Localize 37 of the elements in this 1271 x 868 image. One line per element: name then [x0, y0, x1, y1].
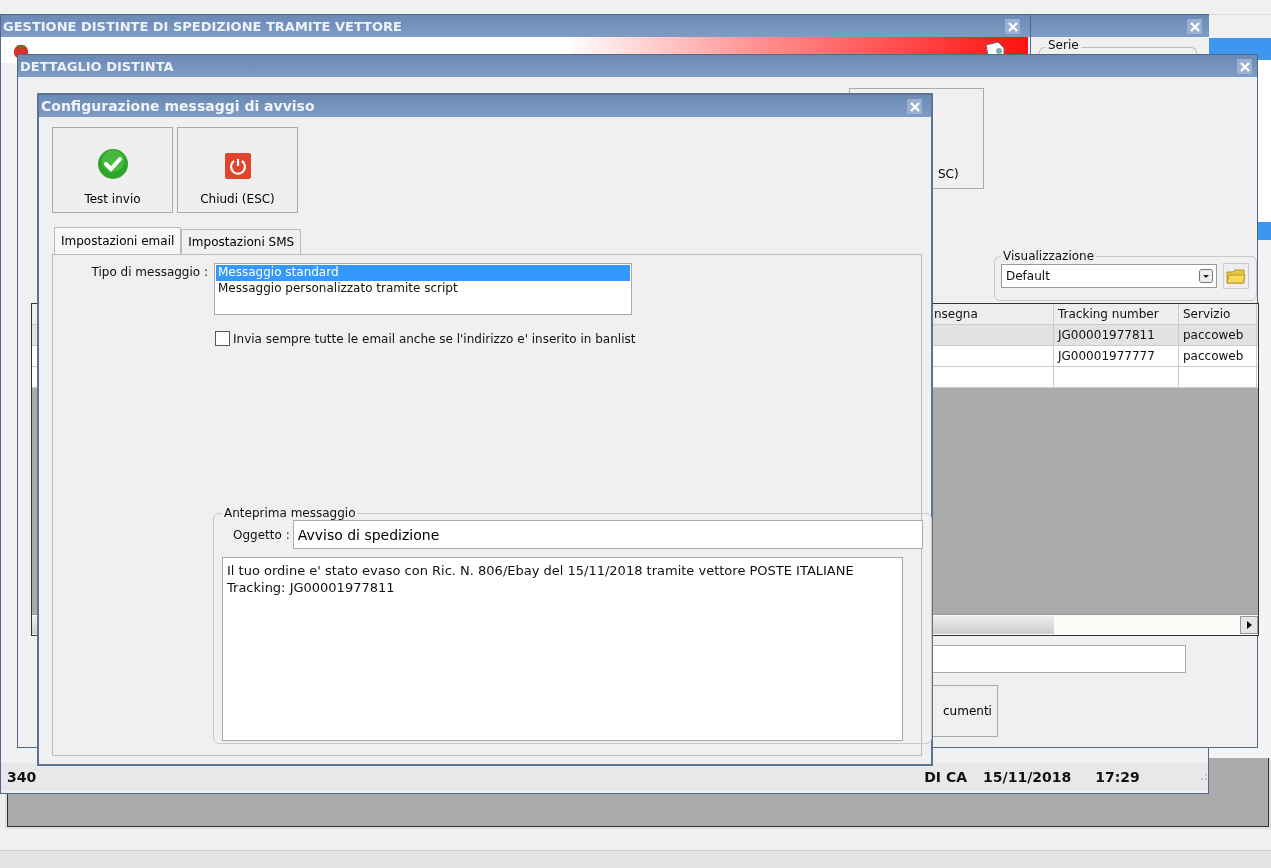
- status-text: 17:29: [1095, 769, 1140, 785]
- status-text: 340: [7, 769, 37, 785]
- window-title: GESTIONE DISTINTE DI SPEDIZIONE TRAMITE VETTORE: [3, 18, 402, 34]
- field-label: Oggetto :: [233, 527, 290, 542]
- subject-field[interactable]: Avviso di spedizione: [292, 520, 923, 549]
- window-title: DETTAGLIO DISTINTA: [20, 58, 174, 74]
- checkmark-icon: [96, 148, 129, 180]
- view-dropdown[interactable]: Default: [1001, 264, 1217, 288]
- group-label: Visualizzazione: [1002, 249, 1096, 263]
- folder-button[interactable]: [1223, 263, 1249, 289]
- status-text: DI CA: [924, 769, 968, 785]
- table-cell: paccoweb: [1179, 346, 1257, 366]
- message-body-field[interactable]: Il tuo ordine e' stato evaso con Ric. N. 806/Ebay del 15/11/2018 tramite vettore POSTE ITALIANE Tracking: JG00001977811: [222, 557, 903, 741]
- list-item[interactable]: Messaggio personalizzato tramite script: [216, 281, 630, 297]
- column-header: Tracking number: [1054, 304, 1179, 324]
- table-cell: JG00001977777: [1054, 346, 1179, 366]
- test-send-button[interactable]: Test invio: [52, 127, 173, 213]
- close-button[interactable]: [1005, 19, 1020, 34]
- tab[interactable]: Impostazioni email: [54, 227, 182, 254]
- tab[interactable]: Impostazioni SMS: [181, 229, 302, 254]
- close-button[interactable]: [1237, 59, 1252, 74]
- table-cell: JG00001977811: [1054, 325, 1179, 345]
- close-button[interactable]: [907, 99, 922, 114]
- caret-icon: [1199, 269, 1213, 283]
- checkbox-label: Invia sempre tutte le email anche se l'indirizzo e' inserito in banlist: [233, 331, 636, 346]
- window-title: Configurazione messaggi di avviso: [41, 98, 315, 114]
- group-label: Serie: [1046, 38, 1081, 52]
- column-header: Servizio: [1179, 304, 1257, 324]
- close-button[interactable]: Chiudi (ESC): [177, 127, 298, 213]
- power-icon: [223, 152, 252, 180]
- group-label: Anteprima messaggio: [223, 506, 357, 520]
- close-button[interactable]: [1187, 19, 1202, 34]
- status-text: 15/11/2018: [983, 769, 1072, 785]
- field-label: Tipo di messaggio :: [90, 264, 208, 279]
- checkbox[interactable]: [215, 331, 230, 346]
- table-cell: paccoweb: [1179, 325, 1257, 345]
- resize-grip-icon: [1199, 773, 1208, 781]
